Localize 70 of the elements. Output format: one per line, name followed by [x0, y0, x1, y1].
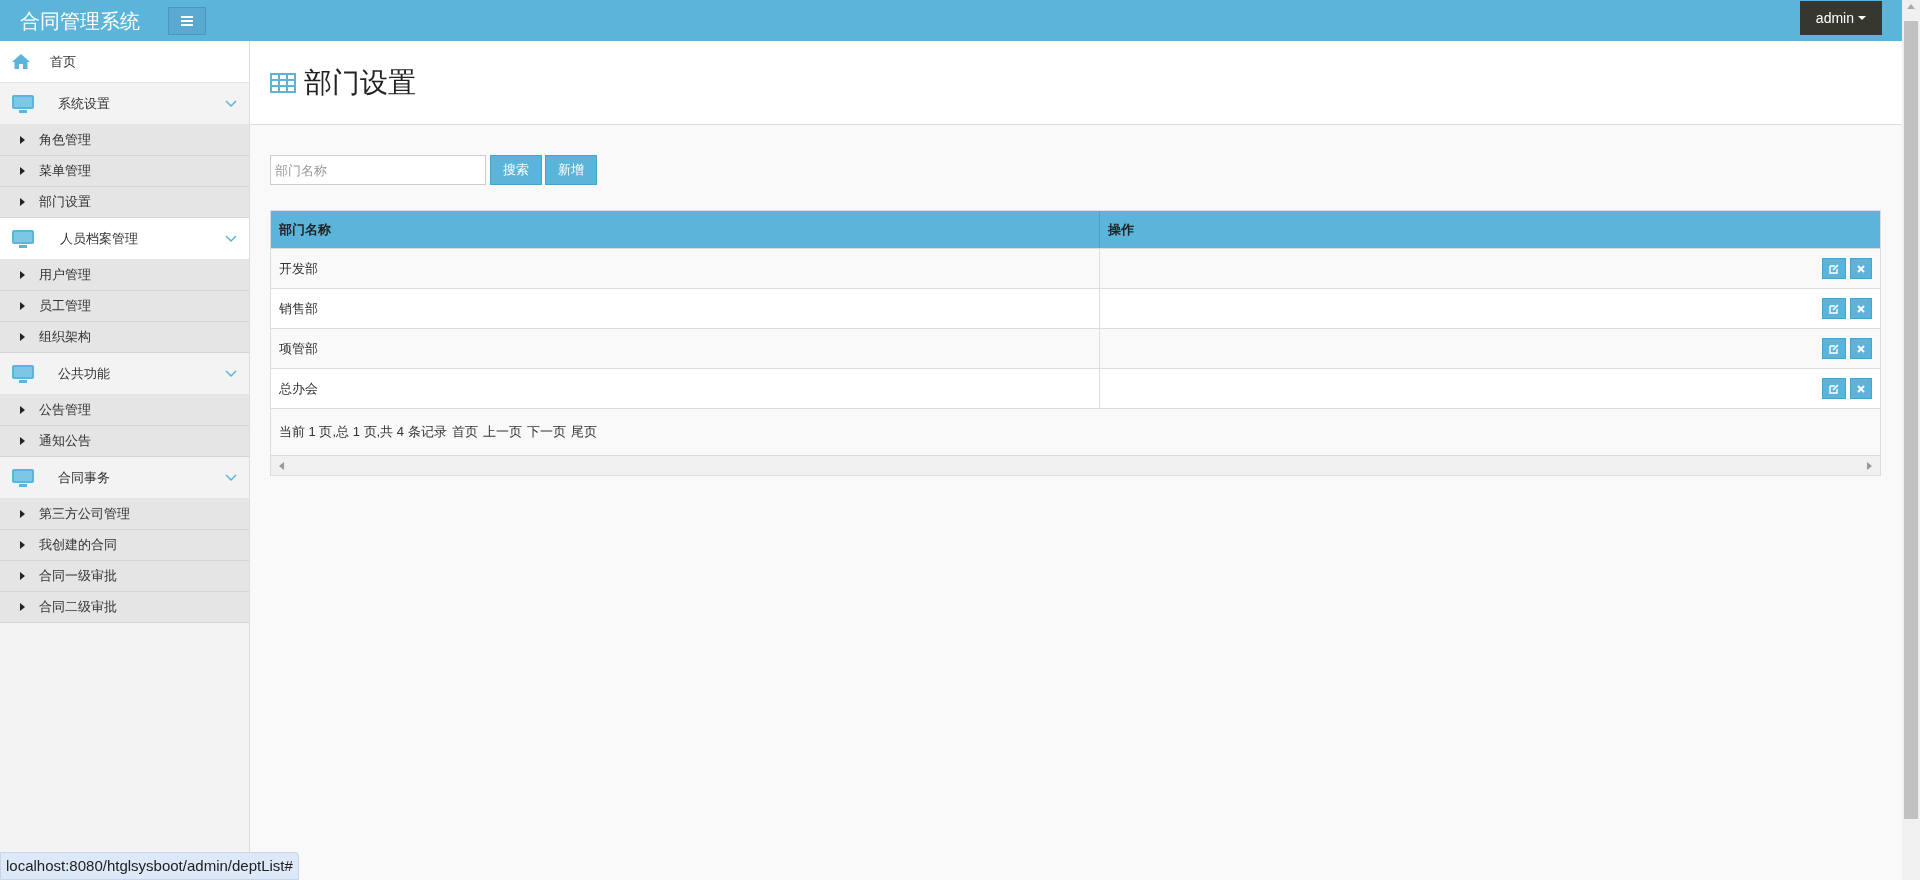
close-icon	[1857, 384, 1865, 393]
caret-icon	[20, 510, 25, 518]
scroll-up-icon	[1907, 4, 1915, 9]
caret-icon	[20, 603, 25, 611]
chevron-icon	[225, 234, 237, 243]
edit-icon	[1829, 383, 1839, 394]
chevron-icon	[225, 99, 237, 108]
sidebar-group[interactable]: 人员档案管理	[0, 218, 249, 260]
search-field[interactable]: 部门名称	[270, 155, 486, 185]
caret-icon	[20, 437, 25, 445]
menu-toggle-button[interactable]	[168, 6, 206, 35]
caret-icon	[20, 136, 25, 144]
caret-icon	[20, 406, 25, 414]
sidebar-item[interactable]: 首页	[0, 41, 249, 83]
edit-button[interactable]	[1822, 258, 1846, 279]
sidebar-subitem[interactable]: 组织架构	[0, 322, 249, 353]
status-bar: localhost:8080/htglsysboot/admin/deptList#	[0, 851, 299, 880]
page-title: 部门设置	[304, 65, 416, 100]
edit-button[interactable]	[1822, 338, 1846, 359]
chevron-icon	[225, 369, 237, 378]
caret-icon	[20, 572, 25, 580]
sidebar-subitem[interactable]: 部门设置	[0, 187, 249, 218]
close-icon	[1857, 344, 1865, 353]
caret-icon	[20, 271, 25, 279]
pager-link[interactable]: 首页	[451, 422, 478, 442]
monitor-icon	[12, 229, 34, 248]
monitor-icon	[12, 468, 34, 487]
edit-icon	[1829, 343, 1839, 354]
sidebar-subitem[interactable]: 菜单管理	[0, 156, 249, 187]
caret-icon	[20, 198, 25, 206]
scroll-left-icon	[279, 461, 284, 470]
sidebar-subitem[interactable]: 员工管理	[0, 291, 249, 322]
sidebar-subitem[interactable]: 角色管理	[0, 125, 249, 156]
menu-icon	[181, 15, 193, 26]
monitor-icon	[12, 364, 34, 383]
chevron-icon	[225, 473, 237, 482]
delete-button[interactable]	[1850, 338, 1872, 359]
edit-icon	[1829, 263, 1839, 274]
close-icon	[1857, 304, 1865, 313]
sidebar-subitem[interactable]: 合同二级审批	[0, 592, 249, 623]
scroll-right-icon	[1867, 461, 1872, 470]
pager-link[interactable]: 下一页	[526, 422, 566, 442]
edit-icon	[1829, 303, 1839, 314]
home-icon	[12, 54, 30, 69]
sidebar-subitem[interactable]: 公告管理	[0, 395, 249, 426]
table-icon	[270, 72, 296, 93]
app-title: 合同管理系统	[20, 8, 141, 34]
caret-icon	[20, 167, 25, 175]
sidebar-subitem[interactable]: 我创建的合同	[0, 530, 249, 561]
caret-icon	[1858, 15, 1866, 21]
column-header: 操作	[1107, 220, 1135, 239]
sidebar-subitem[interactable]: 通知公告	[0, 426, 249, 457]
pager-link[interactable]: 尾页	[570, 422, 597, 442]
sidebar-subitem[interactable]: 第三方公司管理	[0, 499, 249, 530]
caret-icon	[20, 302, 25, 310]
pager-info: 当前 1 页,总 1 页,共 4 条记录	[279, 423, 447, 442]
caret-icon	[20, 541, 25, 549]
delete-button[interactable]	[1850, 378, 1872, 399]
user-menu-button[interactable]: admin	[1799, 1, 1882, 35]
monitor-icon	[12, 94, 34, 113]
scrollbar-thumb[interactable]	[1904, 21, 1918, 819]
delete-button[interactable]	[1850, 258, 1872, 279]
pager-link[interactable]: 上一页	[482, 422, 522, 442]
caret-icon	[20, 333, 25, 341]
edit-button[interactable]	[1822, 378, 1846, 399]
sidebar-subitem[interactable]: 合同一级审批	[0, 561, 249, 592]
sidebar-subitem[interactable]: 用户管理	[0, 260, 249, 291]
delete-button[interactable]	[1850, 298, 1872, 319]
edit-button[interactable]	[1822, 298, 1846, 319]
close-icon	[1857, 264, 1865, 273]
